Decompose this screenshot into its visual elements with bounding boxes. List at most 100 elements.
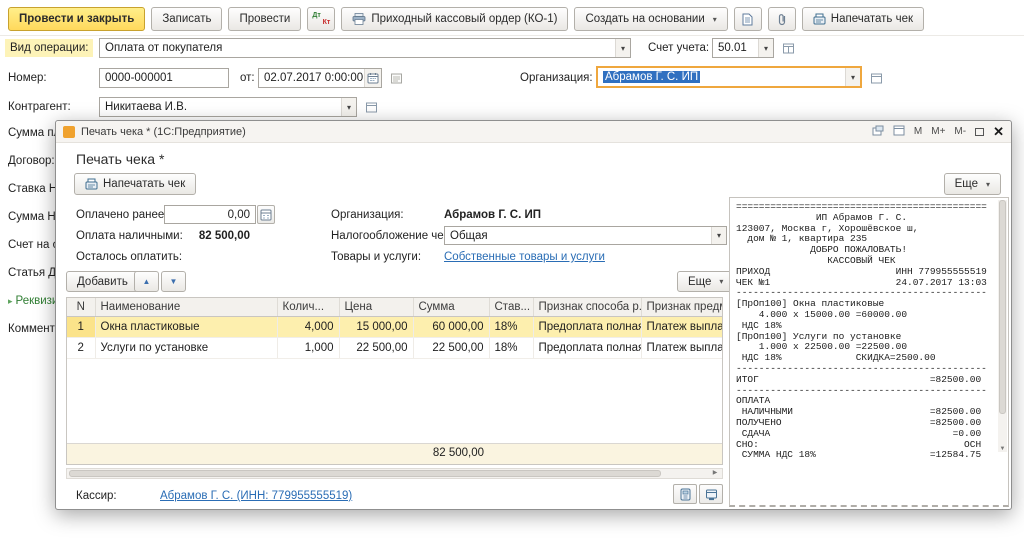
pos-terminal-button[interactable] [699,484,723,504]
print-order-button[interactable]: Приходный кассовый ордер (КО-1) [341,7,568,31]
open-organization-icon[interactable] [868,70,884,86]
cell-qty[interactable]: 4,000 [277,316,339,337]
dialog-print-check-button[interactable]: Напечатать чек [74,173,196,195]
chevron-down-icon[interactable]: ▾ [845,68,860,86]
paperclip-icon [777,13,787,26]
add-row-button[interactable]: Добавить [66,271,139,292]
pos-terminal-icon [705,488,718,501]
cell-vat[interactable]: 18% [489,337,533,358]
cell-price[interactable]: 15 000,00 [339,316,413,337]
maximize-icon[interactable] [975,128,984,136]
cell-qty[interactable]: 1,000 [277,337,339,358]
scrollbar-thumb[interactable] [69,470,661,477]
cell-subject_sign[interactable]: Платеж выплата [641,316,722,337]
window-controls: М М+ М- ✕ [872,125,1004,139]
chart-of-accounts-icon[interactable] [780,40,796,56]
printer-icon [352,13,366,25]
operation-type-field[interactable]: Оплата от покупателя ▾ [99,38,631,58]
table-row[interactable]: 1Окна пластиковые4,00015 000,0060 000,00… [67,316,722,337]
show-postings-button[interactable]: ДтКт [307,7,335,31]
date-value: 02.07.2017 0:00:00 [259,72,364,84]
print-check-button[interactable]: Напечатать чек [802,7,924,31]
open-counterparty-icon[interactable] [363,99,379,115]
account-label: Счет учета: [648,42,709,54]
account-field[interactable]: 50.01 ▾ [712,38,774,58]
cell-n[interactable]: 1 [67,316,95,337]
column-header-qty[interactable]: Колич... [277,298,339,316]
fiscal-printer-button[interactable] [673,484,697,504]
dialog-titlebar[interactable]: Печать чека * (1С:Предприятие) М М+ М- ✕ [56,121,1011,143]
column-header-name[interactable]: Наименование [95,298,277,316]
dialog-heading: Печать чека * [76,151,164,167]
cash-register-icon [85,178,98,190]
cell-vat[interactable]: 18% [489,316,533,337]
group-label[interactable]: ▸Реквизи [8,295,58,307]
table-more-button[interactable]: Еще ▾ [677,271,734,292]
document-button[interactable] [734,7,762,31]
receipt-preview: ========================================… [729,197,1009,507]
date-field[interactable]: 02.07.2017 0:00:00 [258,68,382,88]
calculator-icon[interactable] [257,205,275,224]
counterparty-field[interactable]: Никитаева И.В. ▾ [99,97,357,117]
cell-subject_sign[interactable]: Платеж выплата [641,337,722,358]
operation-type-label: Вид операции: [5,39,93,57]
items-table-body: 1Окна пластиковые4,00015 000,0060 000,00… [67,316,722,358]
calendar-icon[interactable] [364,69,381,87]
move-row-down-button[interactable]: ▼ [161,271,186,292]
receipt-lines: ========================================… [736,202,995,461]
paid-earlier-value: 0,00 [165,209,255,221]
column-header-payment_sign[interactable]: Признак способа р... [533,298,641,316]
cell-payment_sign[interactable]: Предоплата полная [533,337,641,358]
receipt-line: СУММА НДС 18% =12584.75 [736,450,995,461]
cell-name[interactable]: Услуги по установке [95,337,277,358]
column-header-sum[interactable]: Сумма [413,298,489,316]
goods-services-link[interactable]: Собственные товары и услуги [444,251,605,263]
number-field[interactable]: 0000-000001 [99,68,229,88]
receipt-line: ----------------------------------------… [736,386,995,397]
organization-field[interactable]: Абрамов Г. С. ИП ▾ [596,66,862,88]
horizontal-scrollbar[interactable]: ▶ [66,468,723,479]
receipt-line: СДАЧА =0.00 [736,429,995,440]
counterparty-value: Никитаева И.В. [100,101,341,113]
scale-minus-button[interactable]: М- [954,126,966,137]
cell-sum[interactable]: 60 000,00 [413,316,489,337]
scroll-down-icon[interactable]: ▼ [998,446,1007,452]
scroll-right-icon[interactable]: ▶ [709,469,721,478]
column-header-n[interactable]: N [67,298,95,316]
create-based-on-button[interactable]: Создать на основании ▾ [574,7,727,31]
chevron-down-icon[interactable]: ▾ [758,39,773,57]
chevron-down-icon[interactable]: ▾ [341,98,356,116]
date-from-label: от: [240,72,255,84]
more-label: Еще [688,276,711,288]
dock-window-icon[interactable] [893,125,905,139]
scale-plus-button[interactable]: М+ [931,126,945,137]
post-button[interactable]: Провести [228,7,301,31]
total-sum: 82 500,00 [413,447,489,459]
date-action-icon[interactable] [388,70,404,86]
scale-normal-button[interactable]: М [914,126,922,137]
dialog-more-button[interactable]: Еще ▾ [944,173,1001,195]
column-header-vat[interactable]: Став... [489,298,533,316]
cell-name[interactable]: Окна пластиковые [95,316,277,337]
cell-n[interactable]: 2 [67,337,95,358]
paid-earlier-input[interactable]: 0,00 [164,205,256,224]
cell-sum[interactable]: 22 500,00 [413,337,489,358]
column-header-price[interactable]: Цена [339,298,413,316]
move-row-up-button[interactable]: ▲ [134,271,159,292]
post-and-close-button[interactable]: Провести и закрыть [8,7,145,31]
receipt-scrollbar[interactable]: ▼ [998,200,1007,452]
scrollbar-thumb[interactable] [999,200,1006,414]
cashier-link[interactable]: Абрамов Г. С. (ИНН: 779955555519) [160,490,352,502]
column-header-subject_sign[interactable]: Признак предмета р [641,298,722,316]
chevron-down-icon[interactable]: ▾ [615,39,630,57]
table-row[interactable]: 2Услуги по установке1,00022 500,0022 500… [67,337,722,358]
close-icon[interactable]: ✕ [993,125,1004,138]
taxation-field[interactable]: Общая ▾ [444,226,727,245]
cell-payment_sign[interactable]: Предоплата полная [533,316,641,337]
chevron-down-icon[interactable]: ▾ [711,227,726,244]
save-button[interactable]: Записать [151,7,222,31]
attachments-button[interactable] [768,7,796,31]
receipt-line: НДС 18% [736,321,995,332]
popout-window-icon[interactable] [872,125,884,139]
cell-price[interactable]: 22 500,00 [339,337,413,358]
